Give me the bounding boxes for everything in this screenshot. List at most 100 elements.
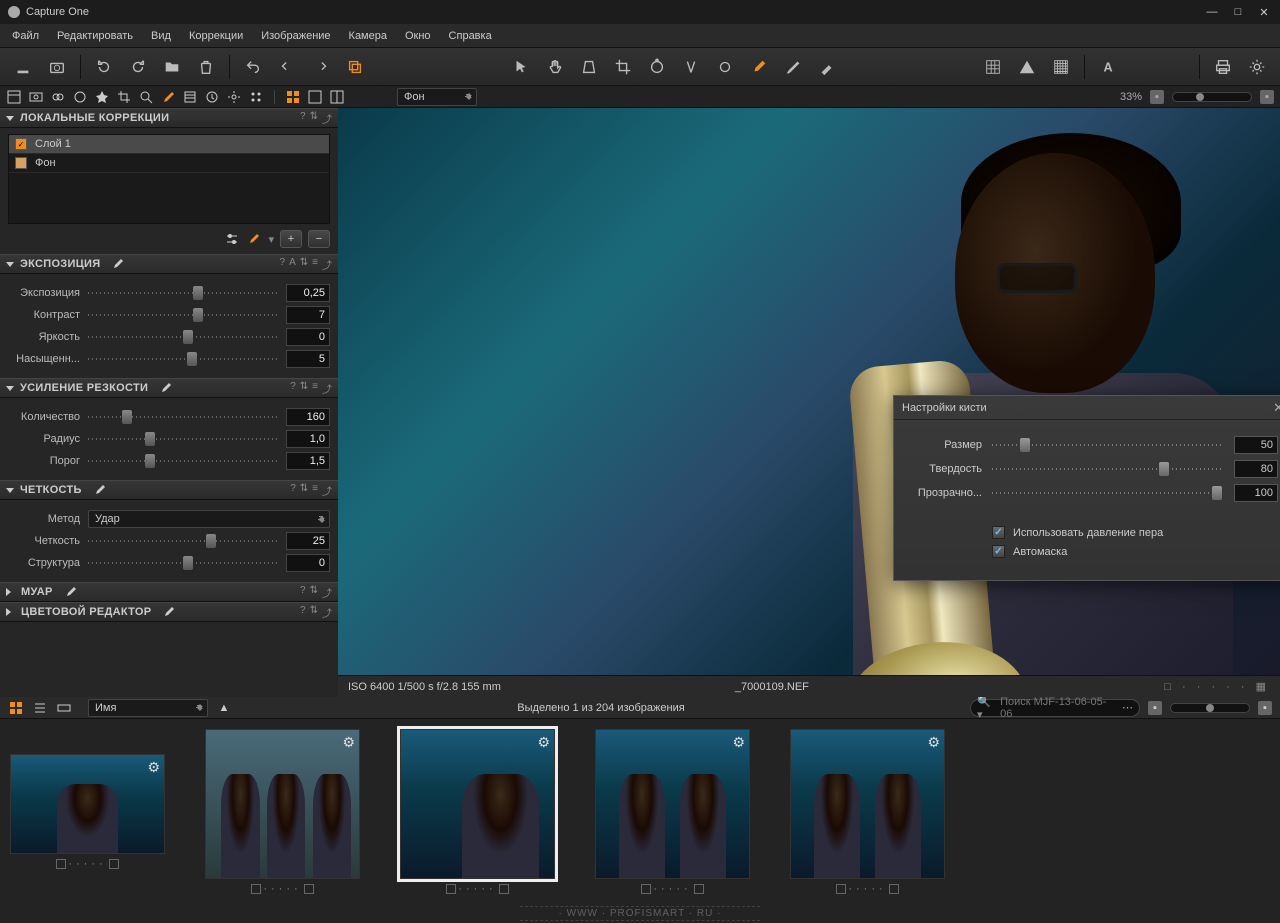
search-more-icon[interactable]: ⋯ xyxy=(1122,701,1133,714)
panel-moire-header[interactable]: МУАР ?⇅⤴ xyxy=(0,582,338,602)
minimize-button[interactable]: — xyxy=(1204,6,1220,19)
gear-icon[interactable]: ⚙ xyxy=(537,734,550,751)
local-tab-icon[interactable] xyxy=(160,89,176,105)
clarity-value[interactable]: 0 xyxy=(286,554,330,572)
maximize-button[interactable]: □ xyxy=(1230,6,1246,19)
histogram-icon[interactable] xyxy=(1048,54,1074,80)
output-tab-icon[interactable] xyxy=(226,89,242,105)
panel-sharp-header[interactable]: УСИЛЕНИЕ РЕЗКОСТИ ?⇅≡⤴ xyxy=(0,378,338,398)
menu-camera[interactable]: Камера xyxy=(349,30,387,42)
brush-icon[interactable] xyxy=(746,54,772,80)
menu-edit[interactable]: Редактировать xyxy=(57,30,133,42)
brush-value[interactable]: 50 xyxy=(1234,436,1278,454)
clarity-value[interactable]: 25 xyxy=(286,532,330,550)
gear-icon[interactable]: ⚙ xyxy=(342,734,355,751)
adjustments-tab-icon[interactable] xyxy=(182,89,198,105)
lens-tab-icon[interactable] xyxy=(50,89,66,105)
redo-icon[interactable] xyxy=(308,54,334,80)
view-single-icon[interactable] xyxy=(307,89,323,105)
layer-visible-checkbox[interactable]: ✓ xyxy=(15,138,27,150)
print-icon[interactable] xyxy=(1210,54,1236,80)
brush-automask-checkbox[interactable]: ✓Автомаска xyxy=(992,545,1278,558)
preview-image[interactable]: Настройки кисти ✕ Размер50Твердость80Про… xyxy=(338,108,1280,675)
trash-icon[interactable] xyxy=(193,54,219,80)
sliders-icon[interactable] xyxy=(224,231,240,247)
gear-icon[interactable]: ⚙ xyxy=(927,734,940,751)
details-tab-icon[interactable] xyxy=(138,89,154,105)
import-icon[interactable] xyxy=(10,54,36,80)
exposure-value[interactable]: 5 xyxy=(286,350,330,368)
avatar-left-icon[interactable]: ▪ xyxy=(1150,90,1164,104)
exposure-value[interactable]: 0,25 xyxy=(286,284,330,302)
thumbnail[interactable]: ⚙ ····· xyxy=(10,729,165,870)
settings-icon[interactable] xyxy=(1244,54,1270,80)
method-dropdown[interactable]: Удар xyxy=(88,510,330,528)
undo-icon[interactable] xyxy=(240,54,266,80)
zoom-slider[interactable] xyxy=(1172,92,1252,102)
text-overlay-icon[interactable]: A xyxy=(1095,54,1121,80)
wb-picker-icon[interactable] xyxy=(814,54,840,80)
clarity-slider[interactable] xyxy=(88,556,278,570)
brush-slider[interactable] xyxy=(992,462,1224,476)
collapse-icon[interactable] xyxy=(1163,54,1189,80)
gear-icon[interactable]: ⚙ xyxy=(732,734,745,751)
rotate-tool-icon[interactable] xyxy=(644,54,670,80)
folder-icon[interactable] xyxy=(159,54,185,80)
brush-slider[interactable] xyxy=(992,438,1224,452)
brush-pressure-checkbox[interactable]: ✓Использовать давление пера xyxy=(992,526,1278,539)
gear-icon[interactable]: ⚙ xyxy=(147,759,160,776)
remove-layer-button[interactable]: − xyxy=(308,230,330,248)
sharp-value[interactable]: 160 xyxy=(286,408,330,426)
exposure-slider[interactable] xyxy=(88,352,278,366)
sharp-value[interactable]: 1,0 xyxy=(286,430,330,448)
panel-exposure-header[interactable]: ЭКСПОЗИЦИЯ ?A⇅≡⤴ xyxy=(0,254,338,274)
thumb-size-slider[interactable] xyxy=(1170,703,1250,713)
exposure-tab-icon[interactable] xyxy=(94,89,110,105)
fs-avatar-left-icon[interactable]: ▪ xyxy=(1148,701,1162,715)
sort-dir-icon[interactable]: ▲ xyxy=(216,700,232,716)
spot-icon[interactable] xyxy=(712,54,738,80)
menu-file[interactable]: Файл xyxy=(12,30,39,42)
color-tab-icon[interactable] xyxy=(72,89,88,105)
variants-icon[interactable] xyxy=(342,54,368,80)
brush-value[interactable]: 80 xyxy=(1234,460,1278,478)
close-button[interactable]: ✕ xyxy=(1256,6,1272,19)
batch-tab-icon[interactable] xyxy=(248,89,264,105)
fs-list-icon[interactable] xyxy=(32,700,48,716)
menu-corrections[interactable]: Коррекции xyxy=(189,30,243,42)
exposure-slider[interactable] xyxy=(88,308,278,322)
layer-row[interactable]: Фон xyxy=(9,154,329,173)
library-tab-icon[interactable] xyxy=(6,89,22,105)
brush-slider[interactable] xyxy=(992,486,1224,500)
panel-local-header[interactable]: ЛОКАЛЬНЫЕ КОРРЕКЦИИ ?⇅⤴ xyxy=(0,108,338,128)
sharp-value[interactable]: 1,5 xyxy=(286,452,330,470)
rotate-ccw-icon[interactable] xyxy=(91,54,117,80)
add-layer-button[interactable]: + xyxy=(280,230,302,248)
warning-icon[interactable] xyxy=(1014,54,1040,80)
brush-small-icon[interactable] xyxy=(246,231,262,247)
crop-tab-icon[interactable] xyxy=(116,89,132,105)
panel-clarity-header[interactable]: ЧЕТКОСТЬ ?⇅≡⤴ xyxy=(0,480,338,500)
straighten-icon[interactable] xyxy=(678,54,704,80)
fs-strip-icon[interactable] xyxy=(56,700,72,716)
metadata-tab-icon[interactable] xyxy=(204,89,220,105)
panel-coloreditor-header[interactable]: ЦВЕТОВОЙ РЕДАКТОР ?⇅⤴ xyxy=(0,602,338,622)
avatar-right-icon[interactable]: ▪ xyxy=(1260,90,1274,104)
sharp-slider[interactable] xyxy=(88,410,278,424)
exposure-slider[interactable] xyxy=(88,330,278,344)
menu-window[interactable]: Окно xyxy=(405,30,431,42)
eyedropper-icon[interactable] xyxy=(780,54,806,80)
sharp-slider[interactable] xyxy=(88,454,278,468)
menu-view[interactable]: Вид xyxy=(151,30,171,42)
expand-icon[interactable] xyxy=(1129,54,1155,80)
menu-image[interactable]: Изображение xyxy=(261,30,330,42)
dialog-close-icon[interactable]: ✕ xyxy=(1273,400,1280,416)
layer-row[interactable]: ✓ Слой 1 xyxy=(9,135,329,154)
fs-grid-icon[interactable] xyxy=(8,700,24,716)
exposure-value[interactable]: 0 xyxy=(286,328,330,346)
thumbnail-selected[interactable]: ⚙ ····· xyxy=(400,729,555,895)
exposure-value[interactable]: 7 xyxy=(286,306,330,324)
preset-icon[interactable]: ⤴ xyxy=(322,111,332,126)
hand-icon[interactable] xyxy=(542,54,568,80)
search-input[interactable]: 🔍▾ Поиск MJF-13-06-05-06 ⋯ xyxy=(970,699,1140,717)
